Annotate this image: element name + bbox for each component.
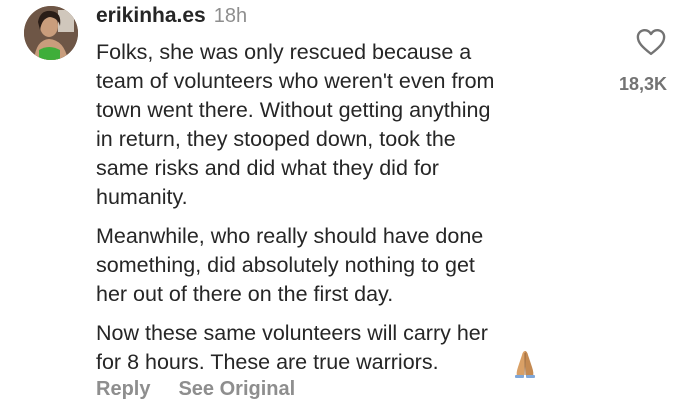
comment-header: erikinha.es 18h: [96, 4, 247, 32]
username[interactable]: erikinha.es: [96, 4, 206, 28]
folded-hands-icon: [510, 349, 540, 384]
comment: erikinha.es 18h Folks, she was only resc…: [0, 0, 700, 419]
avatar[interactable]: [24, 6, 78, 60]
heart-icon[interactable]: [636, 28, 666, 56]
timestamp: 18h: [213, 5, 248, 27]
see-original-button[interactable]: See Original: [178, 378, 295, 401]
comment-body: Folks, she was only rescued because a te…: [96, 38, 556, 387]
reply-button[interactable]: Reply: [96, 378, 150, 401]
comment-paragraph-2: Meanwhile, who really should have done s…: [96, 224, 484, 306]
comment-actions: Reply See Original: [96, 378, 295, 401]
avatar-photo: [24, 6, 78, 60]
like-count: 18,3K: [618, 74, 668, 94]
comment-paragraph-3: Now these same volunteers will carry her…: [96, 321, 488, 374]
like-column: 18,3K: [608, 28, 678, 95]
comment-paragraph-1: Folks, she was only rescued because a te…: [96, 40, 495, 209]
